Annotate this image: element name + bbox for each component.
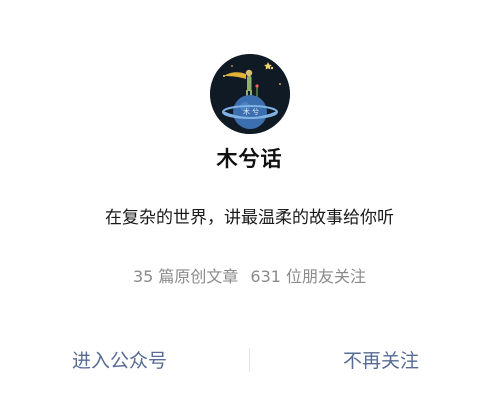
article-count: 35 篇原创文章 [132, 267, 239, 286]
account-name: 木兮话 [216, 147, 283, 171]
account-slogan: 在复杂的世界，讲最温柔的故事给你听 [105, 208, 394, 228]
unfollow-button[interactable]: 不再关注 [343, 346, 419, 373]
action-divider [249, 348, 250, 372]
account-avatar[interactable]: 木 兮 [210, 54, 290, 134]
follower-count: 631 位朋友关注 [250, 267, 367, 286]
enter-account-button[interactable]: 进入公众号 [72, 346, 167, 373]
little-prince-planet-icon: 木 兮 [210, 54, 290, 134]
action-bar: 进入公众号 不再关注 [0, 338, 499, 382]
account-card: 木 兮 木兮话 在复杂的世界，讲最温柔的故事给你听 35 篇原创文章 631 位朋… [0, 0, 499, 400]
svg-text:兮: 兮 [252, 107, 259, 116]
account-stats: 35 篇原创文章 631 位朋友关注 [0, 263, 499, 287]
svg-text:木: 木 [243, 107, 250, 116]
